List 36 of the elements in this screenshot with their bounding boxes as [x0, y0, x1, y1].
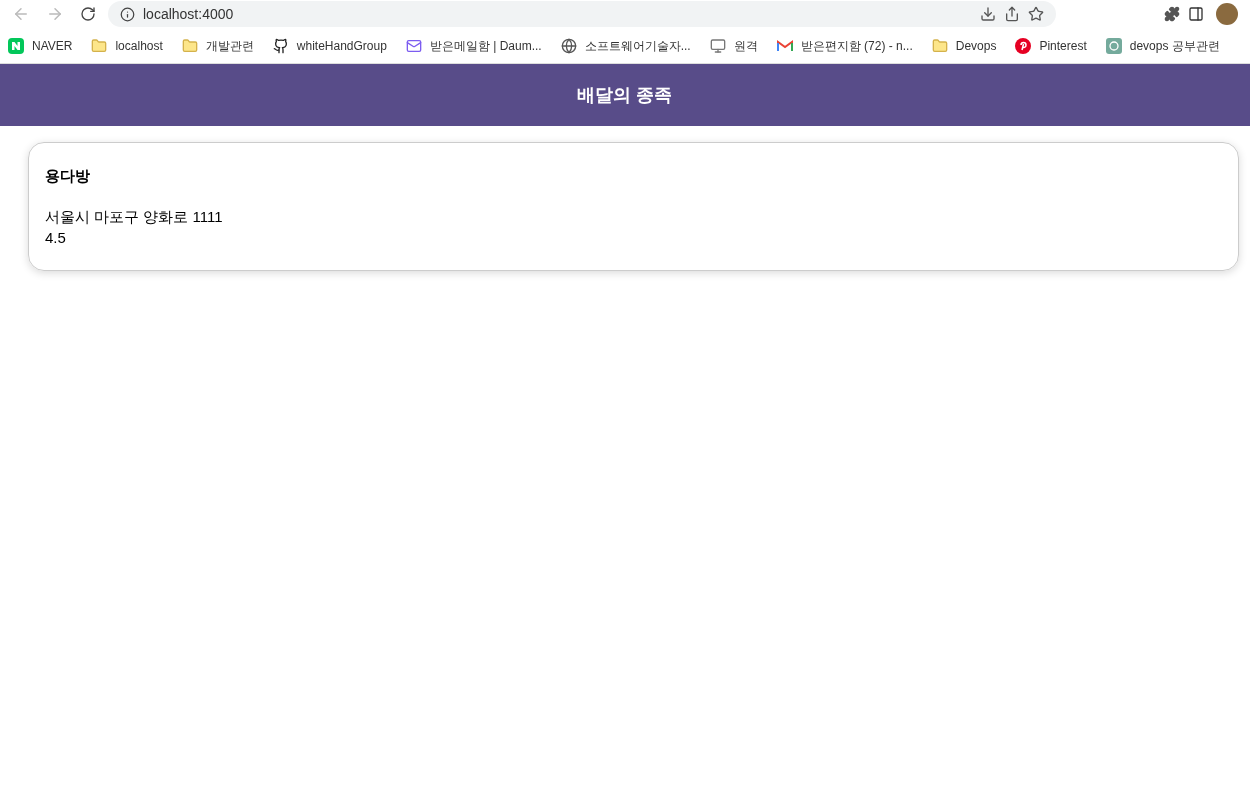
bookmark-link[interactable]: 소프트웨어기술자... — [560, 36, 691, 55]
naver-logo-icon — [8, 37, 24, 54]
pin-logo-icon — [1015, 37, 1032, 54]
info-icon — [120, 6, 135, 22]
bookmark-link[interactable]: Pinterest — [1015, 36, 1087, 55]
store-address: 서울시 마포구 양화로 1111 — [45, 206, 224, 227]
bookmark-link[interactable]: whiteHandGroup — [272, 36, 387, 55]
store-card[interactable]: 용다방 서울시 마포구 양화로 1111 4.5 — [28, 142, 1239, 271]
store-name: 용다방 — [45, 166, 91, 186]
github-icon — [272, 37, 289, 54]
folder-icon — [181, 37, 198, 54]
side-panel-icon[interactable] — [1188, 6, 1204, 22]
bookmark-link[interactable]: 받은메일함 | Daum... — [405, 36, 542, 55]
folder-icon — [91, 37, 108, 54]
app-title: 배달의 종족 — [577, 83, 673, 107]
bookmark-link[interactable]: localhost — [91, 36, 163, 55]
bookmark-link[interactable]: Devops — [931, 36, 997, 55]
bookmark-link[interactable]: NAVER — [8, 36, 73, 55]
reload-icon[interactable] — [80, 6, 96, 22]
folder-icon — [931, 37, 948, 54]
extensions-icon[interactable] — [1164, 6, 1180, 22]
address-bar[interactable]: localhost:4000 — [108, 1, 1056, 27]
star-icon[interactable] — [1028, 6, 1044, 22]
mail-logo-icon — [776, 39, 793, 52]
url-text: localhost:4000 — [143, 4, 234, 24]
bookmark-link[interactable]: 원격 — [709, 36, 758, 55]
download-icon[interactable] — [980, 6, 996, 22]
share-icon[interactable] — [1004, 6, 1020, 22]
mail-icon — [405, 37, 422, 54]
globe-icon — [560, 37, 577, 54]
bookmark-link[interactable]: 받은편지함 (72) - n... — [776, 36, 913, 55]
store-rating: 4.5 — [45, 227, 67, 248]
bookmark-link[interactable]: 개발관련 — [181, 36, 254, 55]
monitor-icon — [709, 37, 726, 54]
profile-avatar[interactable] — [1216, 3, 1238, 25]
bookmark-link[interactable]: devops 공부관련 — [1105, 36, 1220, 55]
